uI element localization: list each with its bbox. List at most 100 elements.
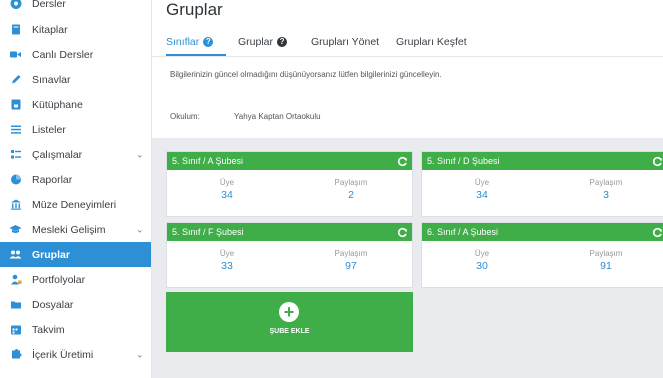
card-header: 5. Sınıf / F Şubesi: [167, 223, 412, 241]
sidebar-item-label: Canlı Dersler: [32, 48, 94, 61]
members-count: 30: [476, 260, 488, 272]
card-title: 5. Sınıf / F Şubesi: [172, 227, 244, 237]
shares-count: 91: [600, 260, 612, 272]
group-card[interactable]: 6. Sınıf / A Şubesi Üye 30 Paylaşım 91: [421, 222, 663, 288]
calendar-icon: [9, 323, 22, 336]
card-header: 5. Sınıf / A Şubesi: [167, 152, 412, 170]
tab-siniflar[interactable]: Sınıflar?: [166, 36, 214, 48]
video-camera-icon: [9, 48, 22, 61]
groups-area: 5. Sınıf / A Şubesi Üye 34 Paylaşım 2 5.…: [152, 138, 663, 378]
sidebar-item-label: Raporlar: [32, 173, 73, 186]
sidebar-item-sinavlar[interactable]: Sınavlar: [0, 67, 151, 92]
members-count: 34: [221, 189, 233, 201]
sidebar-item-label: Mesleki Gelişim: [32, 223, 106, 236]
page-title: Gruplar: [166, 0, 223, 19]
refresh-icon[interactable]: [397, 155, 408, 167]
graduation-cap-icon: [9, 223, 22, 236]
shares-label: Paylaşım: [334, 178, 368, 187]
tab-label: Grupları Keşfet: [396, 36, 467, 48]
sidebar-item-label: Kütüphane: [32, 98, 83, 111]
library-icon: [9, 98, 22, 111]
sidebar-item-raporlar[interactable]: Raporlar: [0, 167, 151, 192]
members-count: 33: [221, 260, 233, 272]
sidebar-item-label: Sınavlar: [32, 73, 71, 86]
sidebar-item-label: İçerik Üretimi: [32, 348, 94, 361]
folder-icon: [9, 298, 22, 311]
card-header: 5. Sınıf / D Şubesi: [422, 152, 663, 170]
refresh-icon[interactable]: [397, 226, 408, 238]
members-label: Üye: [219, 178, 235, 187]
members-label: Üye: [474, 249, 490, 258]
card-header: 6. Sınıf / A Şubesi: [422, 223, 663, 241]
sidebar-item-kitaplar[interactable]: Kitaplar: [0, 17, 151, 42]
add-branch-button[interactable]: + ŞUBE EKLE: [166, 292, 413, 352]
users-icon: [9, 248, 22, 261]
info-message: Bilgilerinizin güncel olmadığını düşünüy…: [170, 70, 442, 79]
pencil-icon: [9, 73, 22, 86]
sidebar-item-label: Kitaplar: [32, 23, 68, 36]
tab-gruplari-kesfet[interactable]: Grupları Keşfet: [396, 36, 467, 48]
tabs-divider: [152, 56, 663, 57]
members-count: 34: [476, 189, 488, 201]
shares-count: 97: [345, 260, 357, 272]
shares-label: Paylaşım: [589, 178, 623, 187]
sidebar-item-canli-dersler[interactable]: Canlı Dersler: [0, 42, 151, 67]
sidebar-item-icerik-uretimi[interactable]: İçerik Üretimi ⌄: [0, 342, 151, 367]
shares-count: 2: [348, 189, 354, 201]
school-name: Yahya Kaptan Ortaokulu: [234, 112, 321, 121]
sidebar-item-calismalar[interactable]: Çalışmalar ⌄: [0, 142, 151, 167]
sidebar-item-mesleki-gelisim[interactable]: Mesleki Gelişim ⌄: [0, 217, 151, 242]
sidebar-item-label: Portfolyolar: [32, 273, 86, 286]
sidebar-item-dosyalar[interactable]: Dosyalar: [0, 292, 151, 317]
sidebar-item-gruplar[interactable]: Gruplar: [0, 242, 151, 267]
group-card[interactable]: 5. Sınıf / A Şubesi Üye 34 Paylaşım 2: [166, 151, 413, 217]
group-card[interactable]: 5. Sınıf / D Şubesi Üye 34 Paylaşım 3: [421, 151, 663, 217]
card-title: 5. Sınıf / D Şubesi: [427, 156, 500, 166]
pie-chart-icon: [9, 173, 22, 186]
group-card[interactable]: 5. Sınıf / F Şubesi Üye 33 Paylaşım 97: [166, 222, 413, 288]
app-window: Dersler Kitaplar Canlı Dersler Sınavlar …: [0, 0, 663, 378]
tab-label: Gruplar: [238, 36, 274, 48]
members-label: Üye: [474, 178, 490, 187]
sidebar-item-label: Takvim: [32, 323, 65, 336]
sidebar-item-label: Çalışmalar: [32, 148, 83, 161]
book-icon: [9, 23, 22, 36]
card-title: 5. Sınıf / A Şubesi: [172, 156, 244, 166]
add-branch-label: ŞUBE EKLE: [269, 328, 310, 335]
tab-label: Grupları Yönet: [311, 36, 380, 48]
tasks-icon: [9, 148, 22, 161]
sidebar-item-label: Gruplar: [32, 248, 70, 261]
sidebar-item-takvim[interactable]: Takvim: [0, 317, 151, 342]
museum-icon: [9, 198, 22, 211]
sidebar-item-label: Dosyalar: [32, 298, 74, 311]
help-icon[interactable]: ?: [203, 37, 214, 48]
plus-icon: +: [279, 302, 299, 322]
portfolio-user-icon: [9, 273, 22, 286]
sidebar-item-muze-deneyimleri[interactable]: Müze Deneyimleri: [0, 192, 151, 217]
card-title: 6. Sınıf / A Şubesi: [427, 227, 499, 237]
refresh-icon[interactable]: [652, 226, 663, 238]
sidebar: Dersler Kitaplar Canlı Dersler Sınavlar …: [0, 0, 152, 378]
school-label: Okulum:: [170, 112, 200, 121]
sidebar-item-label: Listeler: [32, 123, 66, 136]
shares-label: Paylaşım: [334, 249, 368, 258]
sidebar-item-dersler[interactable]: Dersler: [0, 0, 151, 16]
shares-label: Paylaşım: [589, 249, 623, 258]
sidebar-item-label: Dersler: [32, 0, 66, 10]
tab-label: Sınıflar: [166, 36, 200, 48]
chevron-down-icon: ⌄: [136, 224, 144, 234]
main-content: Gruplar Sınıflar? Gruplar? Grupları Yöne…: [152, 0, 663, 378]
circle-icon: [9, 0, 22, 10]
help-icon[interactable]: ?: [277, 37, 288, 48]
members-label: Üye: [219, 249, 235, 258]
puzzle-icon: [9, 348, 22, 361]
tab-gruplar[interactable]: Gruplar?: [238, 36, 288, 48]
sidebar-item-listeler[interactable]: Listeler: [0, 117, 151, 142]
tab-gruplari-yonet[interactable]: Grupları Yönet: [311, 36, 379, 48]
chevron-down-icon: ⌄: [136, 349, 144, 359]
shares-count: 3: [603, 189, 609, 201]
sidebar-item-kutuphane[interactable]: Kütüphane: [0, 92, 151, 117]
sidebar-item-portfolyolar[interactable]: Portfolyolar: [0, 267, 151, 292]
chevron-down-icon: ⌄: [136, 149, 144, 159]
refresh-icon[interactable]: [652, 155, 663, 167]
